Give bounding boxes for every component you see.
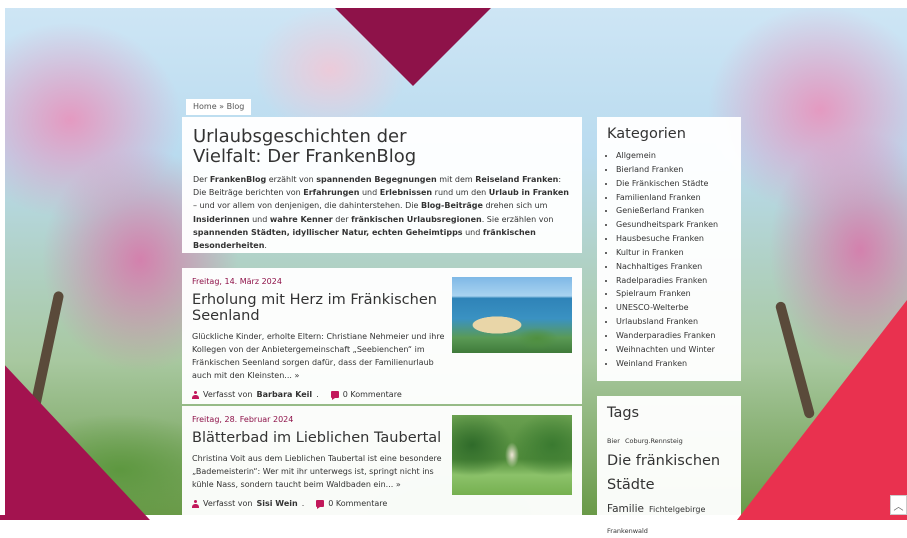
post-thumbnail-taubertal[interactable] (452, 415, 572, 495)
intro-text: . (264, 241, 267, 251)
user-icon (192, 499, 199, 508)
category-link[interactable]: Familienland Franken (616, 191, 731, 205)
intro-emphasis: Erfahrungen (303, 188, 360, 198)
tag-link[interactable]: Coburg.Rennsteig (625, 437, 683, 445)
tag-link[interactable]: Frankenwald (607, 527, 648, 535)
breadcrumb-separator: » (219, 102, 225, 111)
category-link[interactable]: Urlaubsland Franken (616, 315, 731, 329)
tag-link[interactable]: Bier (607, 437, 620, 445)
intro-text: . Sie erzählen von (481, 214, 554, 224)
intro-emphasis: Erlebnissen (379, 188, 433, 198)
author-prefix: Verfasst von (203, 390, 253, 399)
scroll-to-top-button[interactable]: ︿ (890, 495, 907, 515)
left-edge (0, 0, 5, 515)
blog-post-card: Freitag, 28. Februar 2024 Blätterbad im … (182, 406, 582, 515)
category-link[interactable]: Allgemein (616, 149, 731, 163)
top-bar (0, 0, 907, 8)
category-link[interactable]: Bierland Franken (616, 163, 731, 177)
tag-cloud: Bier Coburg.Rennsteig Die fränkischen Städ… (607, 428, 731, 538)
intro-emphasis: Reiseland Franken (475, 175, 559, 184)
page-title: Urlaubsgeschichten der Vielfalt: Der Fra… (193, 127, 571, 167)
categories-title: Kategorien (607, 126, 686, 142)
blog-intro: Urlaubsgeschichten der Vielfalt: Der Fra… (182, 117, 582, 253)
category-link[interactable]: Nachhaltiges Franken (616, 260, 731, 274)
intro-emphasis: Blog-Beiträge (420, 201, 483, 211)
chevron-up-icon: ︿ (893, 501, 904, 513)
decorative-triangle-top (335, 8, 491, 86)
category-link[interactable]: Weinland Franken (616, 357, 731, 371)
comment-icon (316, 500, 325, 509)
comments-link[interactable]: 0 Kommentare (328, 499, 387, 508)
post-title-link[interactable]: Erholung mit Herz im Fränkischen Seenlan… (192, 292, 442, 324)
categories-widget: Kategorien AllgemeinBierland FrankenDie … (597, 117, 741, 381)
intro-emphasis: FrankenBlog (209, 175, 267, 184)
intro-text: drehen sich um (482, 201, 548, 211)
comments-link[interactable]: 0 Kommentare (343, 390, 402, 399)
decorative-triangle-left (0, 360, 150, 520)
category-link[interactable]: Genießerland Franken (616, 204, 731, 218)
intro-text: erzählt von (266, 175, 317, 184)
category-link[interactable]: Gesundheitspark Franken (616, 218, 731, 232)
post-excerpt: Glückliche Kinder, erholte Eltern: Chris… (192, 332, 445, 380)
intro-text: Der (193, 175, 210, 184)
breadcrumb-home-link[interactable]: Home (193, 102, 217, 111)
tag-link[interactable]: Familie (607, 503, 644, 517)
intro-text: rund um den (432, 188, 489, 198)
intro-emphasis: Urlaub in Franken (488, 188, 569, 198)
blog-post-card: Freitag, 14. März 2024 Erholung mit Herz… (182, 268, 582, 404)
tags-widget: Tags Bier Coburg.Rennsteig Die fränkischen… (597, 396, 741, 535)
category-link[interactable]: Radelparadies Franken (616, 274, 731, 288)
intro-emphasis: spannenden Städten, idyllischer Natur, e… (193, 227, 463, 237)
page-title-line2: Vielfalt: Der FrankenBlog (193, 146, 417, 167)
tag-link[interactable]: Die fränkischen Städte (607, 449, 726, 497)
category-link[interactable]: Die Fränkischen Städte (616, 177, 731, 191)
author-link[interactable]: Sisi Wein (257, 499, 298, 508)
intro-paragraph: Der FrankenBlog erzählt von spannenden B… (193, 173, 571, 252)
category-link[interactable]: Spielraum Franken (616, 287, 731, 301)
post-excerpt: Christina Voit aus dem Lieblichen Tauber… (192, 454, 442, 489)
category-link[interactable]: Hausbesuche Franken (616, 232, 731, 246)
intro-emphasis: Insiderinnen (193, 214, 250, 224)
category-link[interactable]: Weihnachten und Winter (616, 343, 731, 357)
category-list: AllgemeinBierland FrankenDie Fränkischen… (607, 149, 731, 371)
intro-text: der (332, 214, 352, 224)
post-meta: Verfasst von Barbara Keil. 0 Kommentare (192, 390, 572, 400)
user-icon (192, 390, 199, 399)
breadcrumb-current: Blog (226, 102, 245, 111)
intro-emphasis: wahre Ken­ner (269, 214, 333, 224)
intro-text: – und vor allem von denjenigen, die dahi… (193, 201, 421, 211)
post-title-link[interactable]: Blätterbad im Lieblichen Taubertal (192, 430, 442, 446)
tags-title: Tags (607, 405, 640, 421)
intro-text: und (249, 214, 270, 224)
intro-text: und (462, 227, 483, 237)
intro-text: mit dem (436, 175, 476, 184)
category-link[interactable]: UNESCO-Welterbe (616, 301, 731, 315)
post-thumbnail-seenland[interactable] (452, 277, 572, 353)
decorative-triangle-right (737, 300, 907, 520)
intro-text: und (359, 188, 380, 198)
tag-link[interactable]: Fichtelgebirge (649, 505, 705, 515)
category-link[interactable]: Kultur in Franken (616, 246, 731, 260)
page-title-line1: Urlaubsgeschichten der (193, 126, 407, 147)
author-link[interactable]: Barbara Keil (257, 390, 313, 399)
comment-icon (330, 391, 339, 400)
category-link[interactable]: Wanderparadies Franken (616, 329, 731, 343)
intro-emphasis: fränkischen Urlaubsregionen (351, 214, 482, 224)
post-meta: Verfasst von Sisi Wein. 0 Kommentare (192, 499, 572, 509)
author-prefix: Verfasst von (203, 499, 253, 508)
breadcrumb: Home » Blog (186, 99, 252, 115)
intro-emphasis: spannenden Begegnungen (316, 175, 437, 184)
